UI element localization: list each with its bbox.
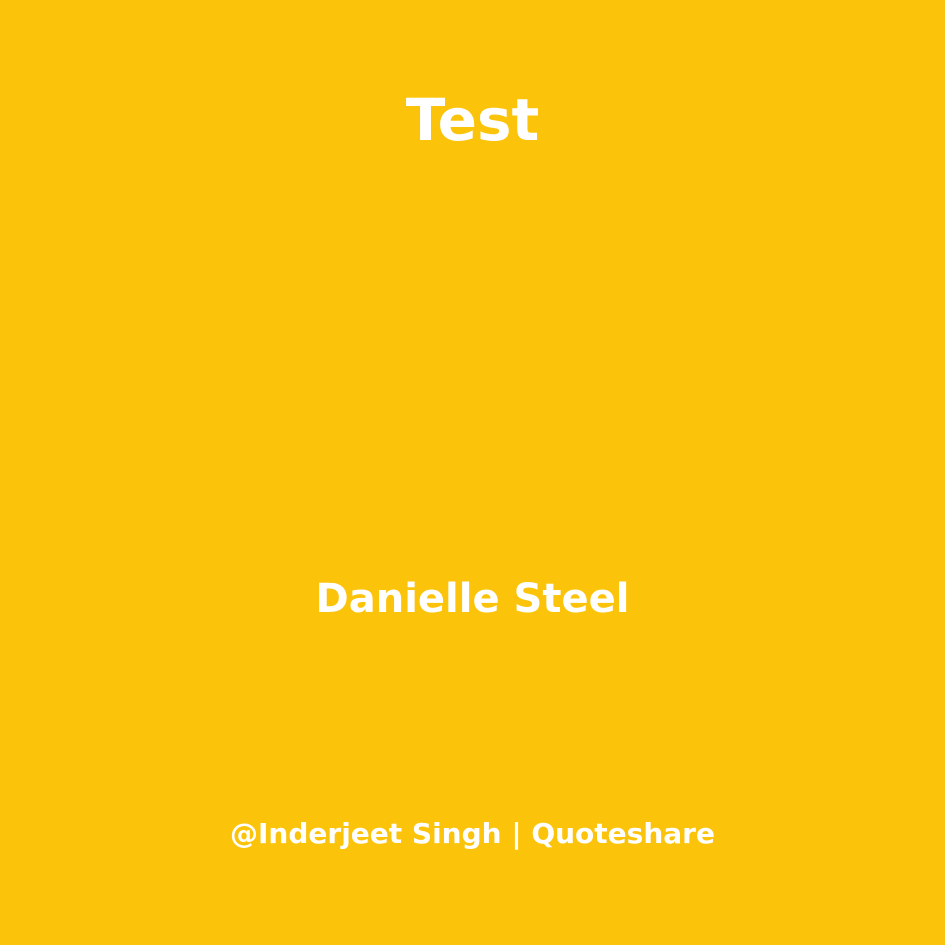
quote-author: Danielle Steel bbox=[315, 576, 630, 622]
quote-text: Test bbox=[405, 86, 540, 154]
footer-credit: @Inderjeet Singh | Quoteshare bbox=[230, 817, 715, 850]
quote-card: Test Danielle Steel @Inderjeet Singh | Q… bbox=[0, 0, 945, 945]
